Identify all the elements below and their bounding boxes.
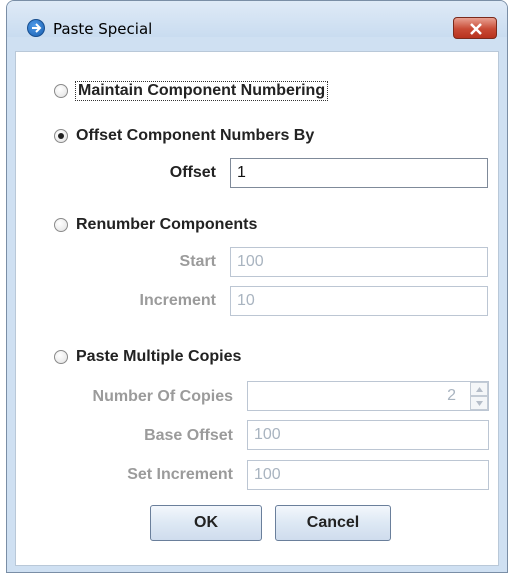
maintain-numbering-option[interactable]: Maintain Component Numbering xyxy=(54,80,329,102)
offset-numbers-label[interactable]: Offset Component Numbers By xyxy=(76,127,314,145)
paste-special-dialog: Paste Special Maintain Component Numberi… xyxy=(6,0,508,573)
close-icon xyxy=(470,23,482,35)
dialog-title: Paste Special xyxy=(53,20,153,38)
dialog-content: Maintain Component Numbering Offset Comp… xyxy=(15,51,499,566)
increment-label: Increment xyxy=(139,292,216,309)
copies-label: Number Of Copies xyxy=(92,388,233,405)
copies-spinner[interactable]: 2 xyxy=(247,381,489,411)
app-icon xyxy=(27,19,45,37)
arrow-up-icon xyxy=(476,387,483,392)
maintain-numbering-radio[interactable] xyxy=(54,84,68,98)
title-bar[interactable]: Paste Special xyxy=(7,1,507,39)
ok-button[interactable]: OK xyxy=(150,505,262,541)
spinner-down-button[interactable] xyxy=(470,396,488,410)
paste-multiple-radio[interactable] xyxy=(54,350,68,364)
offset-numbers-radio[interactable] xyxy=(54,129,68,143)
start-label: Start xyxy=(179,253,216,270)
maintain-numbering-label[interactable]: Maintain Component Numbering xyxy=(74,81,329,101)
set-increment-input[interactable]: 100 xyxy=(247,460,489,490)
renumber-option[interactable]: Renumber Components xyxy=(54,214,257,236)
copies-value: 2 xyxy=(447,387,456,404)
start-input[interactable]: 100 xyxy=(230,247,488,277)
arrow-down-icon xyxy=(476,401,483,406)
cancel-button[interactable]: Cancel xyxy=(275,505,391,541)
spinner-up-button[interactable] xyxy=(470,382,488,396)
offset-label: Offset xyxy=(169,164,216,181)
base-offset-input[interactable]: 100 xyxy=(247,420,489,450)
offset-numbers-option[interactable]: Offset Component Numbers By xyxy=(54,125,314,147)
base-offset-label: Base Offset xyxy=(144,427,233,444)
increment-input[interactable]: 10 xyxy=(230,286,488,316)
close-button[interactable] xyxy=(453,17,497,39)
paste-multiple-label[interactable]: Paste Multiple Copies xyxy=(76,348,241,366)
set-increment-label: Set Increment xyxy=(127,466,233,483)
offset-input[interactable]: 1 xyxy=(230,158,488,188)
renumber-label[interactable]: Renumber Components xyxy=(76,216,257,234)
renumber-radio[interactable] xyxy=(54,218,68,232)
paste-multiple-option[interactable]: Paste Multiple Copies xyxy=(54,346,241,368)
